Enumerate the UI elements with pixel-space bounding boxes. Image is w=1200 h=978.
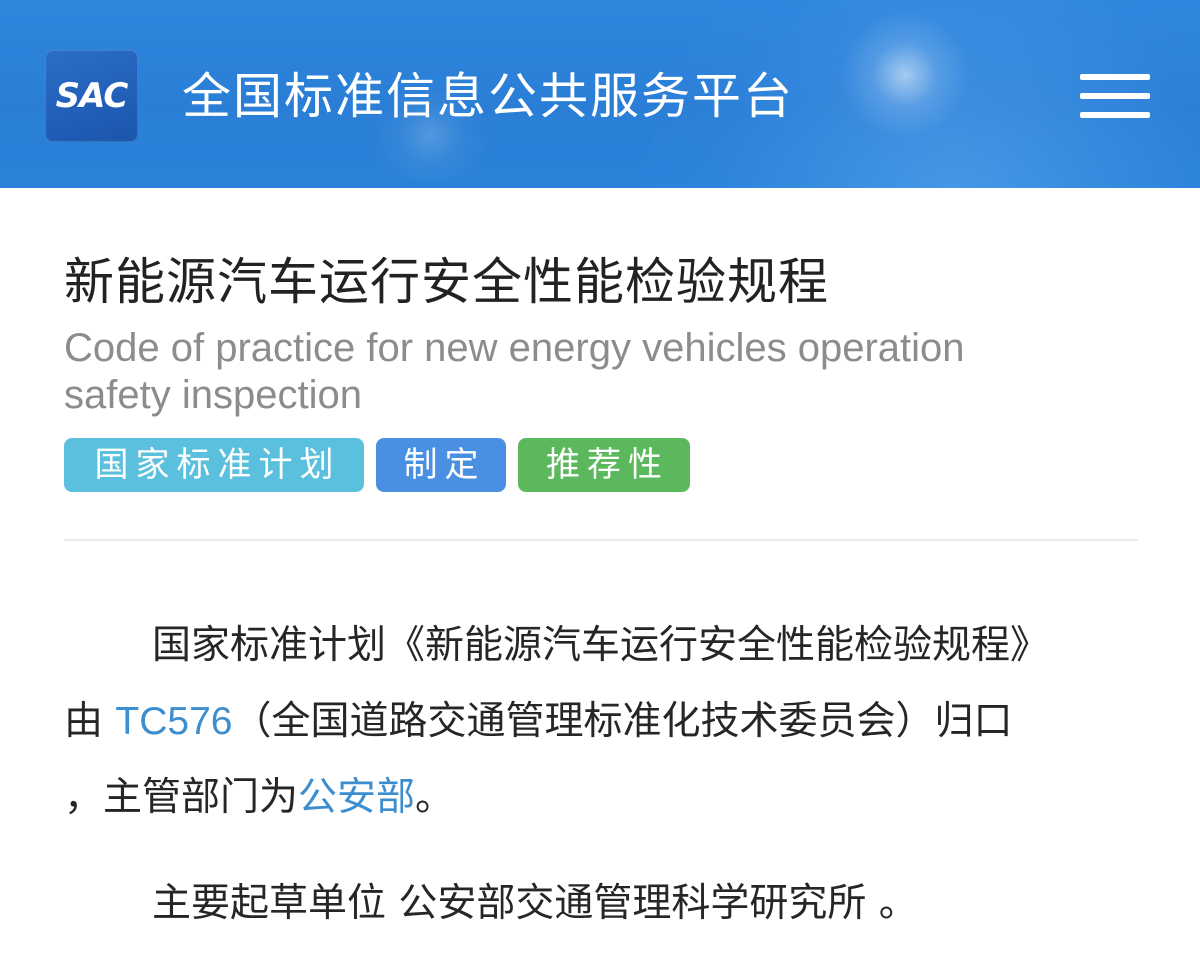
menu-bar-top — [1080, 74, 1150, 80]
section-divider — [64, 539, 1138, 541]
ministry-public-security-link[interactable]: 公安部 — [298, 775, 415, 820]
description-line-3-suffix: 。 — [415, 775, 455, 820]
standard-english-title: Code of practice for new energy vehicles… — [64, 326, 965, 417]
tag-recommended: 推荐性 — [518, 438, 690, 492]
description-line-3: ，主管部门为公安部。 — [64, 760, 1139, 836]
hamburger-menu-icon[interactable] — [1080, 74, 1150, 118]
description-line-2-suffix: （全国道路交通管理标准化技术委员会）归口 — [232, 699, 1013, 744]
tag-formulation: 制定 — [376, 438, 506, 492]
description-line-2-prefix: 由 — [64, 699, 116, 744]
menu-bar-bottom — [1080, 112, 1150, 118]
sac-logo-text: SAC — [55, 76, 129, 116]
header-light-flare-decoration — [840, 10, 970, 140]
standard-title: 新能源汽车运行安全性能检验规程 — [64, 253, 829, 311]
drafting-unit: 主要起草单位 公安部交通管理科学研究所 。 — [152, 881, 918, 926]
description-line-3-prefix: ，主管部门为 — [64, 775, 299, 820]
tc576-link[interactable]: TC576 — [115, 700, 232, 743]
sac-logo[interactable]: SAC — [45, 50, 138, 142]
menu-bar-middle — [1080, 93, 1150, 99]
site-header: SAC 全国标准信息公共服务平台 — [0, 0, 1200, 188]
description-line-2: 由 TC576（全国道路交通管理标准化技术委员会）归口 — [64, 684, 1139, 760]
standard-description: 国家标准计划《新能源汽车运行安全性能检验规程》 由 TC576（全国道路交通管理… — [64, 608, 1139, 836]
tag-national-standard-plan: 国家标准计划 — [64, 438, 364, 492]
description-line-1: 国家标准计划《新能源汽车运行安全性能检验规程》 — [152, 623, 1050, 668]
site-title[interactable]: 全国标准信息公共服务平台 — [182, 64, 794, 130]
